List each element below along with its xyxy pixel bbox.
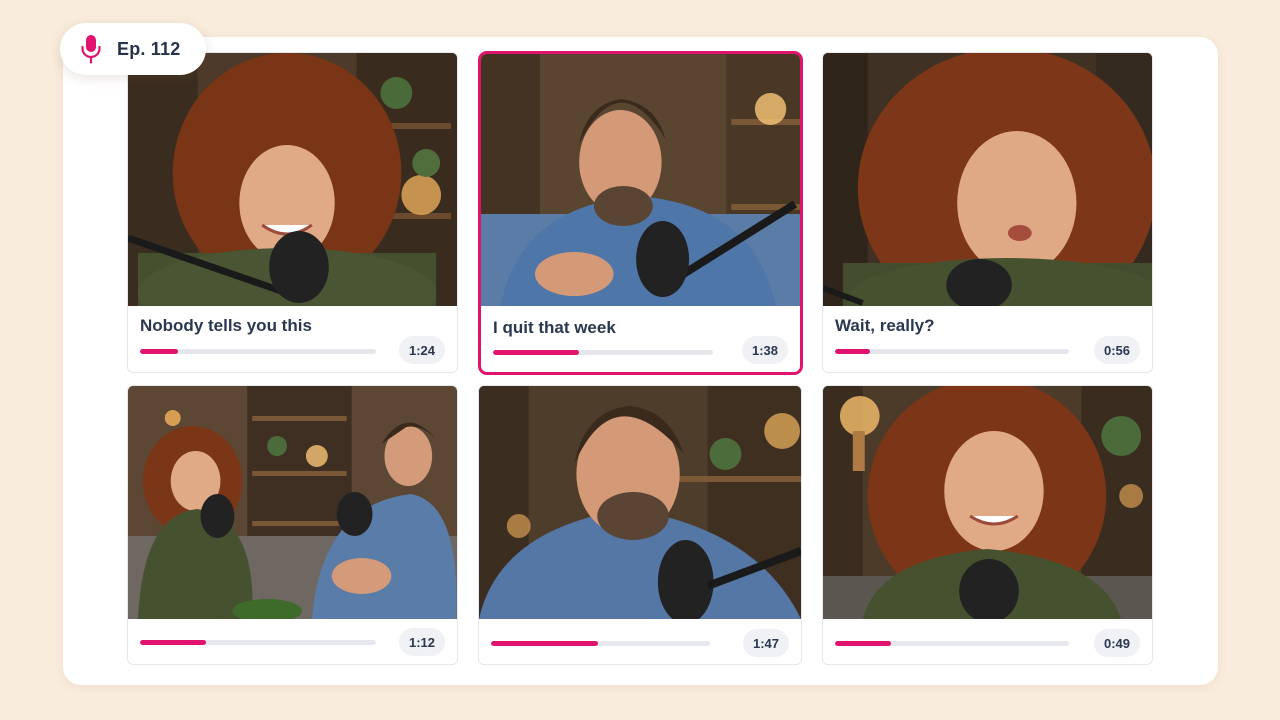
clip-progress-bar[interactable] — [835, 349, 1069, 354]
clip-progress-bar[interactable] — [140, 640, 376, 645]
clip-progress-fill — [493, 350, 579, 355]
episode-badge[interactable]: Ep. 112 — [60, 23, 206, 75]
clip-card[interactable]: 1:12 — [127, 385, 458, 665]
clip-caption: Wait, really? — [835, 316, 935, 335]
clip-progress-bar[interactable] — [835, 641, 1069, 646]
clip-thumbnail — [481, 54, 800, 306]
clip-duration: 1:38 — [741, 336, 788, 364]
clip-caption: Nobody tells you this — [140, 316, 312, 335]
clip-thumbnail — [128, 53, 457, 306]
clip-progress-bar[interactable] — [491, 641, 710, 646]
clip-duration: 0:56 — [1093, 336, 1140, 364]
clip-duration: 1:47 — [742, 629, 789, 657]
clip-progress-fill — [491, 641, 599, 646]
clip-thumbnail — [823, 53, 1152, 306]
clip-progress-fill — [140, 640, 207, 645]
clip-card[interactable]: 0:49 — [822, 385, 1153, 665]
clip-duration: 0:49 — [1093, 629, 1140, 657]
clip-progress-bar[interactable] — [493, 350, 713, 355]
clip-thumbnail — [128, 386, 457, 619]
clip-progress-fill — [835, 641, 892, 646]
clip-progress-fill — [835, 349, 871, 354]
episode-label: Ep. 112 — [117, 38, 181, 59]
clip-progress-bar[interactable] — [140, 349, 376, 354]
clip-caption: I quit that week — [493, 318, 616, 337]
clip-card[interactable]: 1:47 — [478, 385, 802, 665]
clip-duration: 1:12 — [398, 628, 445, 656]
microphone-icon — [81, 35, 101, 64]
clip-card-selected[interactable]: I quit that week 1:38 — [478, 51, 803, 375]
clip-thumbnail — [479, 386, 801, 619]
clip-card[interactable]: Wait, really? 0:56 — [822, 52, 1153, 373]
clip-duration: 1:24 — [398, 336, 445, 364]
clip-thumbnail — [823, 386, 1152, 619]
clip-card[interactable]: Nobody tells you this 1:24 — [127, 52, 458, 373]
clip-progress-fill — [140, 349, 178, 354]
